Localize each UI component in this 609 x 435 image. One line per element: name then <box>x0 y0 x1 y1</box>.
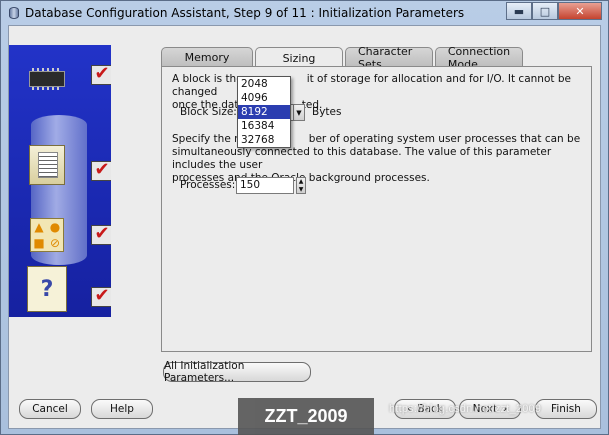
checkmark-icon: ✔ <box>91 161 111 181</box>
checkmark-icon: ✔ <box>91 225 111 245</box>
block-size-option[interactable]: 16384 <box>238 119 290 133</box>
spin-up-icon[interactable]: ▲ <box>299 178 304 185</box>
spin-down-icon[interactable]: ▼ <box>299 186 304 193</box>
block-size-option[interactable]: 32768 <box>238 133 290 147</box>
tab-strip: Memory Sizing Character Sets Connection … <box>161 45 525 71</box>
cancel-button[interactable]: Cancel <box>19 399 81 419</box>
chip-icon <box>21 57 73 101</box>
processes-label: Processes: <box>180 179 236 191</box>
checkmark-icon: ✔ <box>91 65 111 85</box>
tab-connection-mode[interactable]: Connection Mode <box>435 45 523 71</box>
minimize-button[interactable]: ▬ <box>506 2 532 20</box>
block-size-label: Block Size: <box>180 106 237 118</box>
close-button[interactable]: ✕ <box>558 2 602 20</box>
documents-icon: ? <box>21 266 73 312</box>
wizard-graphic: ✔ ✔ ▲ ● ■ ⊘ ✔ ? ✔ <box>9 45 111 317</box>
shapes-icon: ▲ ● ■ ⊘ <box>21 213 73 257</box>
maximize-button[interactable]: □ <box>532 2 558 20</box>
folder-icon <box>21 143 73 187</box>
block-size-option[interactable]: 2048 <box>238 77 290 91</box>
all-initialization-parameters-button[interactable]: All Initialization Parameters... <box>163 360 311 384</box>
window-title: Database Configuration Assistant, Step 9… <box>25 6 465 20</box>
processes-input[interactable]: 150 <box>236 177 294 194</box>
help-button[interactable]: Help <box>91 399 153 419</box>
watermark-url: https://blog.csdn.net/zzt_2009 <box>389 403 542 415</box>
app-db-icon <box>7 6 21 20</box>
block-size-dropdown-list[interactable]: 2048 4096 8192 16384 32768 <box>237 76 291 148</box>
tab-sizing[interactable]: Sizing <box>255 47 343 68</box>
chevron-down-icon[interactable]: ▼ <box>293 104 305 121</box>
tab-memory[interactable]: Memory <box>161 47 253 67</box>
finish-button[interactable]: Finish <box>535 399 597 419</box>
watermark: ZZT_2009 <box>238 398 374 435</box>
sizing-panel: A block is the it of storage for allocati… <box>161 66 592 352</box>
tab-character-sets[interactable]: Character Sets <box>345 45 433 71</box>
block-size-option[interactable]: 4096 <box>238 91 290 105</box>
block-size-option-selected[interactable]: 8192 <box>238 105 290 119</box>
title-bar: Database Configuration Assistant, Step 9… <box>1 1 608 25</box>
window: Database Configuration Assistant, Step 9… <box>0 0 609 435</box>
block-size-unit: Bytes <box>312 106 342 118</box>
processes-spinner[interactable]: ▲ ▼ <box>296 177 306 194</box>
checkmark-icon: ✔ <box>91 287 111 307</box>
processes-description: Specify the ma ber of operating system us… <box>172 133 581 184</box>
